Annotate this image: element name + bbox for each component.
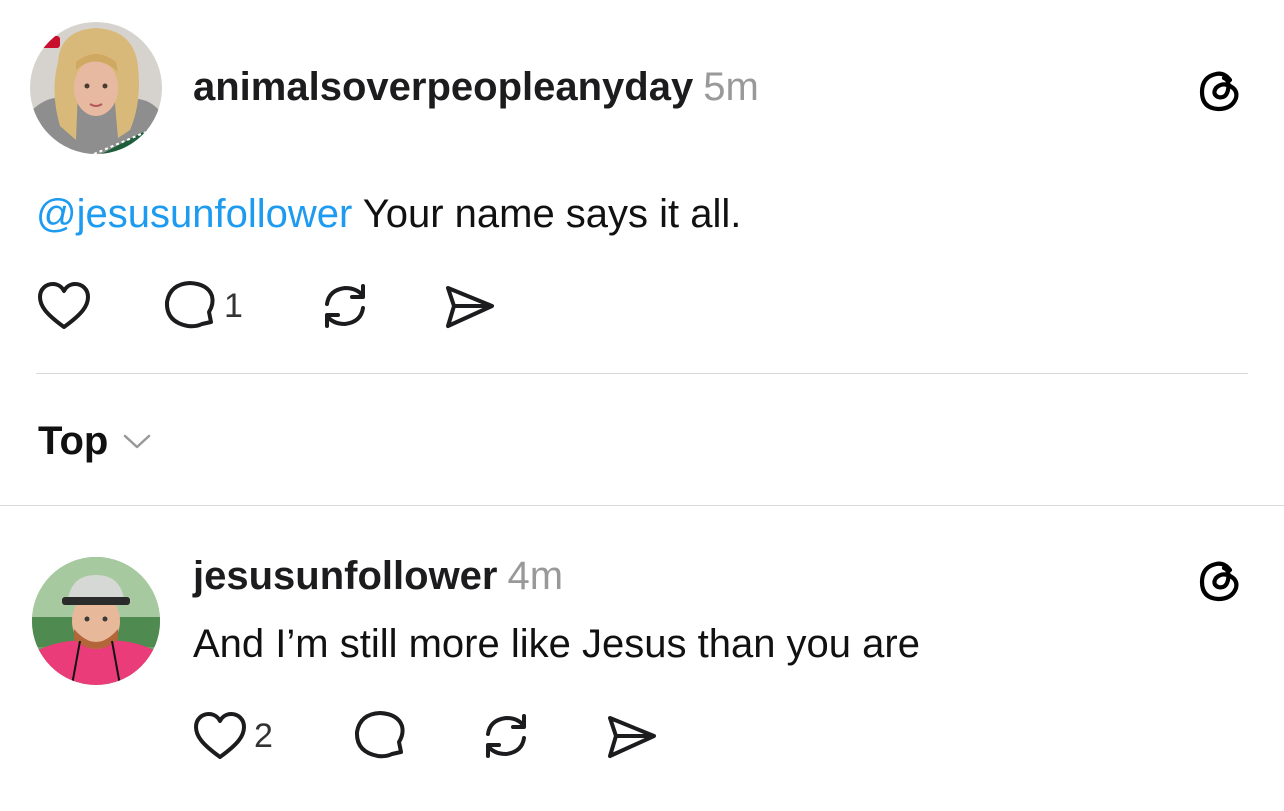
avatar[interactable] bbox=[30, 22, 162, 154]
comment-icon bbox=[354, 711, 405, 759]
post-main: animalsoverpeopleanyday 5m @jesusunfollow… bbox=[0, 0, 1284, 374]
share-button[interactable] bbox=[442, 276, 498, 336]
reply-count: 1 bbox=[224, 286, 243, 325]
repost-button[interactable] bbox=[478, 706, 534, 766]
heart-icon bbox=[194, 712, 246, 759]
post-actions: 1 bbox=[36, 276, 536, 336]
post-author[interactable]: animalsoverpeopleanyday 5m bbox=[193, 62, 759, 112]
post-body: @jesusunfollower Your name says it all. bbox=[36, 190, 741, 238]
post-text: Your name says it all. bbox=[362, 192, 742, 236]
repost-button[interactable] bbox=[317, 276, 373, 336]
post-body: And I’m still more like Jesus than you a… bbox=[193, 620, 920, 668]
post-text: And I’m still more like Jesus than you a… bbox=[193, 622, 920, 666]
threads-logo-icon[interactable] bbox=[1196, 556, 1244, 609]
post-actions: 2 bbox=[192, 706, 692, 766]
like-button[interactable] bbox=[36, 276, 98, 336]
send-icon bbox=[446, 286, 494, 328]
share-button[interactable] bbox=[604, 706, 660, 766]
repost-icon bbox=[325, 284, 365, 328]
like-button[interactable]: 2 bbox=[192, 706, 273, 766]
post-divider bbox=[36, 373, 1248, 374]
mention-link[interactable]: @jesusunfollower bbox=[36, 192, 352, 236]
post-timestamp: 5m bbox=[703, 65, 759, 109]
post-timestamp: 4m bbox=[507, 554, 564, 598]
heart-icon bbox=[38, 282, 90, 329]
reply-button[interactable] bbox=[352, 706, 414, 766]
chevron-down-icon bbox=[124, 434, 151, 449]
reply-button[interactable]: 1 bbox=[162, 276, 243, 336]
reply-author[interactable]: jesusunfollower 4m bbox=[193, 551, 563, 601]
comment-icon bbox=[164, 281, 215, 329]
reply-post: jesusunfollower 4m And I’m still more lik… bbox=[0, 506, 1284, 811]
avatar[interactable] bbox=[32, 557, 160, 685]
sort-dropdown[interactable]: Top bbox=[38, 413, 152, 469]
sort-label: Top bbox=[38, 418, 109, 463]
send-icon bbox=[608, 716, 656, 758]
author-username[interactable]: animalsoverpeopleanyday bbox=[193, 65, 693, 109]
threads-logo-icon[interactable] bbox=[1196, 66, 1244, 119]
like-count: 2 bbox=[254, 716, 273, 755]
repost-icon bbox=[486, 714, 526, 758]
author-username[interactable]: jesusunfollower bbox=[193, 554, 498, 598]
